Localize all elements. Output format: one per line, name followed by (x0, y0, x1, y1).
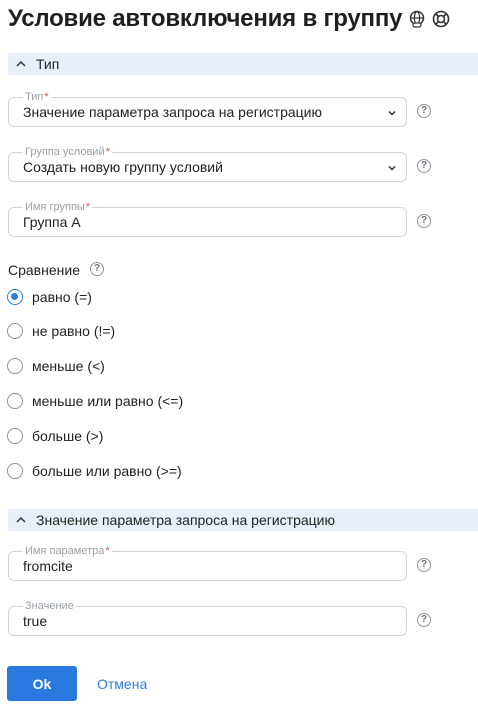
help-icon[interactable]: ? (417, 613, 431, 627)
type-select-value: Значение параметра запроса на регистраци… (23, 104, 322, 120)
condition-group-field-label: Группа условий* (23, 145, 112, 159)
cancel-link[interactable]: Отмена (97, 676, 147, 692)
radio-label: не равно (!=) (32, 323, 116, 339)
radio-greater-or-equal[interactable]: больше или равно (>=) (7, 461, 182, 481)
section-param-header[interactable]: Значение параметра запроса на регистраци… (8, 509, 478, 531)
group-name-field-label: Имя группы* (23, 200, 93, 214)
radio-button[interactable] (7, 393, 23, 409)
lifebuoy-icon[interactable] (432, 10, 450, 28)
page-title: Условие автовключения в группу (8, 5, 403, 32)
chevron-up-icon (14, 513, 28, 527)
help-icon[interactable]: ? (417, 558, 431, 572)
group-name-input[interactable]: Имя группы* Группа А (8, 200, 407, 237)
condition-group-value: Создать новую группу условий (23, 159, 223, 175)
value-field-label: Значение (23, 599, 76, 613)
help-icon[interactable]: ? (417, 159, 431, 173)
radio-button[interactable] (7, 428, 23, 444)
param-name-value: fromcite (23, 558, 73, 574)
radio-button[interactable] (7, 463, 23, 479)
radio-label: больше или равно (>=) (32, 463, 182, 479)
section-type-header[interactable]: Тип (8, 53, 478, 75)
radio-label: меньше (<) (32, 358, 105, 374)
radio-label: больше (>) (32, 428, 104, 444)
param-name-input[interactable]: Имя параметра* fromcite (8, 544, 407, 581)
radio-not-equal[interactable]: не равно (!=) (7, 321, 115, 341)
type-select[interactable]: Тип* Значение параметра запроса на регис… (8, 90, 407, 127)
web-link-icon[interactable] (408, 10, 426, 28)
ok-button[interactable]: Ok (7, 666, 77, 701)
radio-greater[interactable]: больше (>) (7, 426, 103, 446)
radio-less-or-equal[interactable]: меньше или равно (<=) (7, 391, 183, 411)
chevron-down-icon (386, 162, 398, 174)
value-value: true (23, 613, 48, 629)
section-type-label: Тип (36, 56, 60, 72)
help-icon[interactable]: ? (417, 104, 431, 118)
radio-button[interactable] (7, 323, 23, 339)
radio-equal[interactable]: равно (=) (7, 287, 92, 307)
radio-less[interactable]: меньше (<) (7, 356, 105, 376)
chevron-up-icon (14, 57, 28, 71)
section-param-label: Значение параметра запроса на регистраци… (36, 512, 335, 528)
radio-button[interactable] (7, 358, 23, 374)
chevron-down-icon (386, 107, 398, 119)
radio-button-checked[interactable] (7, 289, 23, 305)
condition-group-select[interactable]: Группа условий* Создать новую группу усл… (8, 145, 407, 182)
value-input[interactable]: Значение true (8, 599, 407, 636)
comparison-label: Сравнение (8, 262, 80, 278)
type-field-label: Тип* (23, 90, 51, 104)
group-name-value: Группа А (23, 214, 81, 230)
radio-label: равно (=) (32, 289, 92, 305)
help-icon[interactable]: ? (90, 262, 104, 276)
radio-label: меньше или равно (<=) (32, 393, 184, 409)
help-icon[interactable]: ? (417, 214, 431, 228)
param-name-field-label: Имя параметра* (23, 544, 112, 558)
page-header: Условие автовключения в группу (8, 4, 450, 34)
